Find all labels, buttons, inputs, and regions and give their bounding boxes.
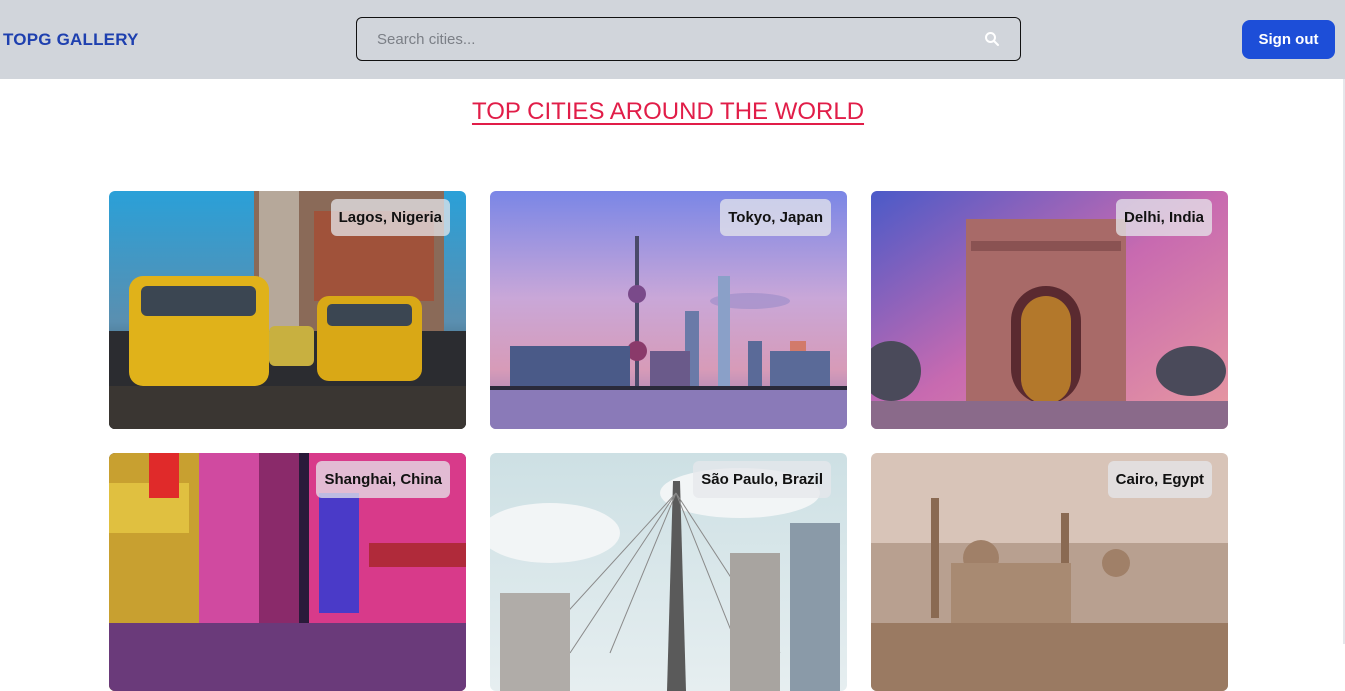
city-card-delhi[interactable]: Delhi, India (871, 191, 1228, 429)
city-label: Lagos, Nigeria (330, 199, 450, 236)
city-card-shanghai[interactable]: Shanghai, China (109, 453, 466, 691)
city-card-sao-paulo[interactable]: São Paulo, Brazil (490, 453, 847, 691)
city-card-cairo[interactable]: Cairo, Egypt (871, 453, 1228, 691)
brand-logo[interactable]: TOPG GALLERY (3, 30, 139, 50)
city-label: Shanghai, China (316, 461, 450, 498)
city-label: Cairo, Egypt (1107, 461, 1212, 498)
search-input[interactable]: Search cities... (377, 31, 475, 48)
city-label: Delhi, India (1115, 199, 1212, 236)
search-bar[interactable]: Search cities... (356, 17, 1021, 61)
city-label: São Paulo, Brazil (693, 461, 831, 498)
top-navbar: TOPG GALLERY Search cities... Sign out (0, 0, 1345, 79)
city-label: Tokyo, Japan (720, 199, 831, 236)
search-icon[interactable] (984, 31, 1000, 47)
page-title: TOP CITIES AROUND THE WORLD (471, 98, 865, 125)
city-card-lagos[interactable]: Lagos, Nigeria (109, 191, 466, 429)
city-card-tokyo[interactable]: Tokyo, Japan (490, 191, 847, 429)
sign-out-button[interactable]: Sign out (1242, 20, 1335, 59)
